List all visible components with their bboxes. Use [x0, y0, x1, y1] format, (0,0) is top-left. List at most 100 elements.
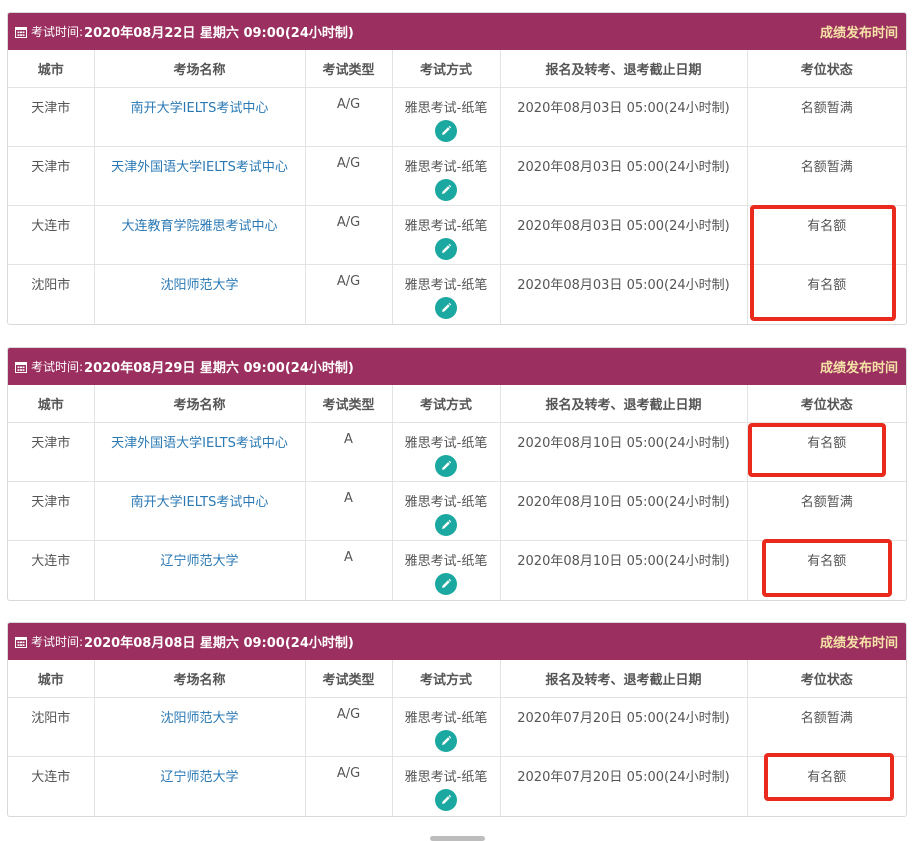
exam-date: 2020年08月22日 星期六 09:00(24小时制) [84, 26, 354, 41]
edit-button[interactable] [435, 179, 457, 201]
pencil-icon [442, 184, 452, 194]
mode-cell: 雅思考试-纸笔 [392, 540, 501, 600]
edit-button[interactable] [435, 238, 457, 260]
type-cell: A/G [305, 87, 393, 147]
pencil-icon [442, 794, 452, 804]
city-cell: 天津市 [8, 87, 95, 147]
exam-date: 2020年08月08日 星期六 09:00(24小时制) [84, 636, 354, 651]
city-cell: 天津市 [8, 146, 95, 206]
type-cell: A/G [305, 756, 393, 816]
exam-time-label: 考试时间: [31, 635, 84, 649]
panel-header: 考试时间: 2020年08月29日 星期六 09:00(24小时制) 成绩发布时… [8, 348, 906, 385]
city-cell: 沈阳市 [8, 264, 95, 324]
mode-cell: 雅思考试-纸笔 [392, 205, 501, 265]
city-cell: 天津市 [8, 481, 95, 541]
pencil-icon [442, 125, 452, 135]
table-row: 天津市 南开大学IELTS考试中心 A 雅思考试-纸笔 2020年08月10日 … [8, 481, 906, 541]
col-deadline: 报名及转考、退考截止日期 [500, 660, 748, 698]
mode-label: 雅思考试-纸笔 [404, 554, 488, 569]
exam-time-label: 考试时间: [31, 25, 84, 39]
edit-button[interactable] [435, 120, 457, 142]
col-venue: 考场名称 [94, 50, 306, 88]
type-cell: A [305, 481, 393, 541]
type-cell: A/G [305, 146, 393, 206]
table-header-row: 城市 考场名称 考试类型 考试方式 报名及转考、退考截止日期 考位状态 [8, 50, 906, 88]
table-header-row: 城市 考场名称 考试类型 考试方式 报名及转考、退考截止日期 考位状态 [8, 385, 906, 423]
mode-cell: 雅思考试-纸笔 [392, 756, 501, 816]
venue-link[interactable]: 大连教育学院雅思考试中心 [94, 205, 306, 265]
calendar-icon [15, 361, 27, 373]
pencil-icon [442, 578, 452, 588]
status-cell: 名额暂满 [747, 697, 906, 757]
col-venue: 考场名称 [94, 385, 306, 423]
score-release-link[interactable]: 成绩发布时间 [820, 357, 898, 376]
col-status: 考位状态 [747, 385, 906, 423]
col-mode: 考试方式 [392, 50, 501, 88]
venue-link[interactable]: 南开大学IELTS考试中心 [94, 87, 306, 147]
venue-link[interactable]: 南开大学IELTS考试中心 [94, 481, 306, 541]
mode-label: 雅思考试-纸笔 [404, 436, 488, 451]
city-cell: 天津市 [8, 422, 95, 482]
score-release-link[interactable]: 成绩发布时间 [820, 632, 898, 651]
mode-label: 雅思考试-纸笔 [404, 770, 488, 785]
venue-link[interactable]: 沈阳师范大学 [94, 264, 306, 324]
venue-link[interactable]: 沈阳师范大学 [94, 697, 306, 757]
city-cell: 大连市 [8, 540, 95, 600]
table-header-row: 城市 考场名称 考试类型 考试方式 报名及转考、退考截止日期 考位状态 [8, 660, 906, 698]
edit-button[interactable] [435, 573, 457, 595]
col-mode: 考试方式 [392, 385, 501, 423]
city-cell: 大连市 [8, 756, 95, 816]
venue-link[interactable]: 天津外国语大学IELTS考试中心 [94, 146, 306, 206]
mode-label: 雅思考试-纸笔 [404, 278, 488, 293]
mode-cell: 雅思考试-纸笔 [392, 697, 501, 757]
scrollbar-thumb[interactable] [430, 836, 485, 841]
edit-button[interactable] [435, 789, 457, 811]
mode-label: 雅思考试-纸笔 [404, 711, 488, 726]
type-cell: A/G [305, 697, 393, 757]
highlight-box [764, 753, 894, 801]
mode-cell: 雅思考试-纸笔 [392, 87, 501, 147]
venue-link[interactable]: 天津外国语大学IELTS考试中心 [94, 422, 306, 482]
mode-cell: 雅思考试-纸笔 [392, 264, 501, 324]
col-deadline: 报名及转考、退考截止日期 [500, 50, 748, 88]
panel-header: 考试时间: 2020年08月22日 星期六 09:00(24小时制) 成绩发布时… [8, 13, 906, 50]
highlight-box [750, 205, 896, 321]
pencil-icon [442, 519, 452, 529]
venue-link[interactable]: 辽宁师范大学 [94, 756, 306, 816]
venue-link[interactable]: 辽宁师范大学 [94, 540, 306, 600]
edit-button[interactable] [435, 514, 457, 536]
pencil-icon [442, 302, 452, 312]
score-release-link[interactable]: 成绩发布时间 [820, 22, 898, 41]
type-cell: A/G [305, 205, 393, 265]
exam-time-label: 考试时间: [31, 360, 84, 374]
edit-button[interactable] [435, 730, 457, 752]
mode-label: 雅思考试-纸笔 [404, 101, 488, 116]
mode-cell: 雅思考试-纸笔 [392, 481, 501, 541]
status-cell: 名额暂满 [747, 146, 906, 206]
edit-button[interactable] [435, 297, 457, 319]
mode-label: 雅思考试-纸笔 [404, 219, 488, 234]
table-row: 天津市 南开大学IELTS考试中心 A/G 雅思考试-纸笔 2020年08月03… [8, 87, 906, 147]
pencil-icon [442, 735, 452, 745]
deadline-cell: 2020年08月10日 05:00(24小时制) [500, 481, 748, 541]
table-row: 沈阳市 沈阳师范大学 A/G 雅思考试-纸笔 2020年07月20日 05:00… [8, 697, 906, 757]
deadline-cell: 2020年07月20日 05:00(24小时制) [500, 756, 748, 816]
pencil-icon [442, 460, 452, 470]
panel-header: 考试时间: 2020年08月08日 星期六 09:00(24小时制) 成绩发布时… [8, 623, 906, 660]
mode-label: 雅思考试-纸笔 [404, 160, 488, 175]
calendar-icon [15, 636, 27, 648]
deadline-cell: 2020年08月03日 05:00(24小时制) [500, 87, 748, 147]
edit-button[interactable] [435, 455, 457, 477]
col-venue: 考场名称 [94, 660, 306, 698]
mode-cell: 雅思考试-纸笔 [392, 422, 501, 482]
col-city: 城市 [8, 385, 95, 423]
col-deadline: 报名及转考、退考截止日期 [500, 385, 748, 423]
col-status: 考位状态 [747, 660, 906, 698]
deadline-cell: 2020年08月03日 05:00(24小时制) [500, 146, 748, 206]
type-cell: A [305, 540, 393, 600]
deadline-cell: 2020年08月03日 05:00(24小时制) [500, 205, 748, 265]
mode-label: 雅思考试-纸笔 [404, 495, 488, 510]
col-status: 考位状态 [747, 50, 906, 88]
city-cell: 大连市 [8, 205, 95, 265]
deadline-cell: 2020年08月03日 05:00(24小时制) [500, 264, 748, 324]
